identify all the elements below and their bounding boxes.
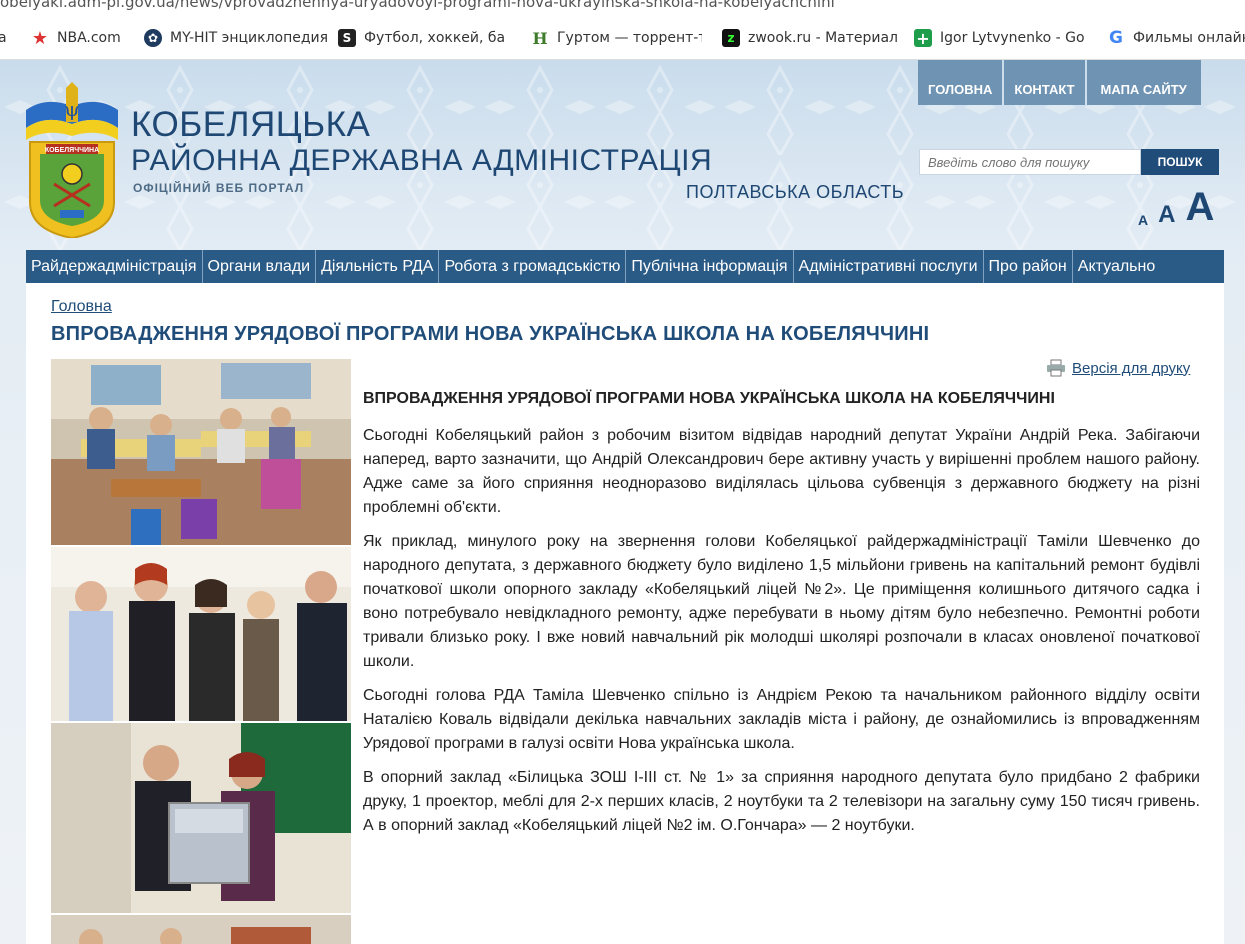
- zwook-z-icon: z: [722, 29, 740, 47]
- bookmark-zwook[interactable]: z zwook.ru - Материал: [722, 28, 898, 48]
- font-size-small[interactable]: A: [1138, 213, 1148, 227]
- page-header: ψ КОБЕЛЯЧЧИНА КОБЕЛЯЦЬКА РАЙОННА ДЕРЖАВН…: [0, 60, 1245, 944]
- bookmark-partial[interactable]: a: [0, 28, 7, 48]
- photo-classroom[interactable]: [51, 359, 351, 545]
- article-paragraph: Як приклад, минулого року на звернення г…: [363, 533, 1200, 670]
- site-title[interactable]: КОБЕЛЯЦЬКА: [131, 107, 370, 143]
- svg-text:КОБЕЛЯЧЧИНА: КОБЕЛЯЧЧИНА: [45, 147, 99, 154]
- site-title-line2[interactable]: РАЙОННА ДЕРЖАВНА АДМІНІСТРАЦІЯ: [131, 144, 712, 178]
- search-button[interactable]: ПОШУК: [1141, 149, 1219, 175]
- bookmark-nba[interactable]: ★ NBA.com: [31, 27, 121, 49]
- nav-item-district[interactable]: Про район: [984, 250, 1073, 283]
- nav-item-admin-services[interactable]: Адміністративні послуги: [794, 250, 984, 283]
- nav-item-authorities[interactable]: Органи влади: [203, 250, 317, 283]
- top-nav-contact[interactable]: КОНТАКТ: [1004, 60, 1085, 105]
- bookmark-igor[interactable]: + Igor Lytvynenko - Go: [914, 28, 1085, 48]
- main-content: Головна ВПРОВАДЖЕННЯ УРЯДОВОЇ ПРОГРАМИ Н…: [26, 283, 1224, 944]
- nav-item-public[interactable]: Робота з громадськістю: [439, 250, 627, 283]
- article-body: ВПРОВАДЖЕННЯ УРЯДОВОЇ ПРОГРАМИ НОВА УКРА…: [363, 387, 1200, 848]
- star-icon: ★: [31, 27, 49, 49]
- gurtom-h-icon: H: [532, 28, 548, 48]
- printer-icon: [1047, 359, 1065, 377]
- svg-text:ψ: ψ: [64, 97, 80, 121]
- font-size-medium[interactable]: A: [1158, 203, 1175, 227]
- nav-item-activity[interactable]: Діяльність РДА: [316, 250, 440, 283]
- plus-icon: +: [914, 29, 932, 48]
- breadcrumb[interactable]: Головна: [51, 298, 112, 316]
- photo-group[interactable]: [51, 547, 351, 721]
- address-bar[interactable]: obelyaki.adm-pl.gov.ua/news/vprovadzhenn…: [0, 0, 1245, 14]
- photo-classroom-2[interactable]: [51, 915, 351, 944]
- bookmark-sports[interactable]: S Футбол, хоккей, баскетбол: [338, 28, 504, 48]
- page-title: ВПРОВАДЖЕННЯ УРЯДОВОЇ ПРОГРАМИ НОВА УКРА…: [51, 323, 930, 345]
- bookmark-gurtom[interactable]: H Гуртом — торрент-т...: [531, 28, 702, 48]
- nav-item-public-info[interactable]: Публічна інформація: [626, 250, 794, 283]
- region-label: ПОЛТАВСЬКА ОБЛАСТЬ: [686, 182, 905, 202]
- site-subtitle: ОФІЦІЙНИЙ ВЕБ ПОРТАЛ: [133, 181, 305, 195]
- address-url: obelyaki.adm-pl.gov.ua/news/vprovadzhenn…: [0, 0, 835, 11]
- nav-item-actual[interactable]: Актуально: [1073, 250, 1160, 283]
- sports-s-icon: S: [338, 29, 356, 47]
- photo-gift[interactable]: [51, 723, 351, 913]
- search-form: ПОШУК: [919, 149, 1219, 175]
- bookmark-myhit[interactable]: ✿ MY-HIT энциклопедия: [144, 28, 328, 48]
- bookmarks-bar: a ★ NBA.com ✿ MY-HIT энциклопедия S Футб…: [0, 14, 1245, 60]
- google-g-icon: G: [1109, 28, 1123, 48]
- article-paragraph: Сьогодні Кобеляцький район з робочим віз…: [363, 427, 1200, 516]
- print-version[interactable]: Версія для друку: [1046, 359, 1190, 377]
- nav-item-administration[interactable]: Райдержадміністрація: [26, 250, 203, 283]
- article-paragraph: В опорний заклад «Білицька ЗОШ І-ІІІ ст.…: [363, 769, 1200, 834]
- print-version-link[interactable]: Версія для друку: [1072, 360, 1190, 377]
- main-nav: Райдержадміністрація Органи влади Діяльн…: [26, 250, 1224, 283]
- font-size-large[interactable]: A: [1185, 187, 1214, 227]
- search-input[interactable]: [919, 149, 1141, 175]
- top-nav-home[interactable]: ГОЛОВНА: [918, 60, 1003, 105]
- font-size-switcher: A A A: [1138, 183, 1214, 227]
- top-nav: ГОЛОВНА КОНТАКТ МАПА САЙТУ: [918, 60, 1203, 105]
- film-reel-icon: ✿: [144, 29, 162, 47]
- article-paragraph: Сьогодні голова РДА Таміла Шевченко спіл…: [363, 687, 1200, 752]
- article-heading: ВПРОВАДЖЕННЯ УРЯДОВОЇ ПРОГРАМИ НОВА УКРА…: [363, 390, 1055, 407]
- top-nav-sitemap[interactable]: МАПА САЙТУ: [1086, 60, 1201, 105]
- bookmark-films[interactable]: G Фильмы онлайн: [1107, 28, 1245, 48]
- coat-of-arms-logo[interactable]: ψ КОБЕЛЯЧЧИНА: [26, 82, 118, 238]
